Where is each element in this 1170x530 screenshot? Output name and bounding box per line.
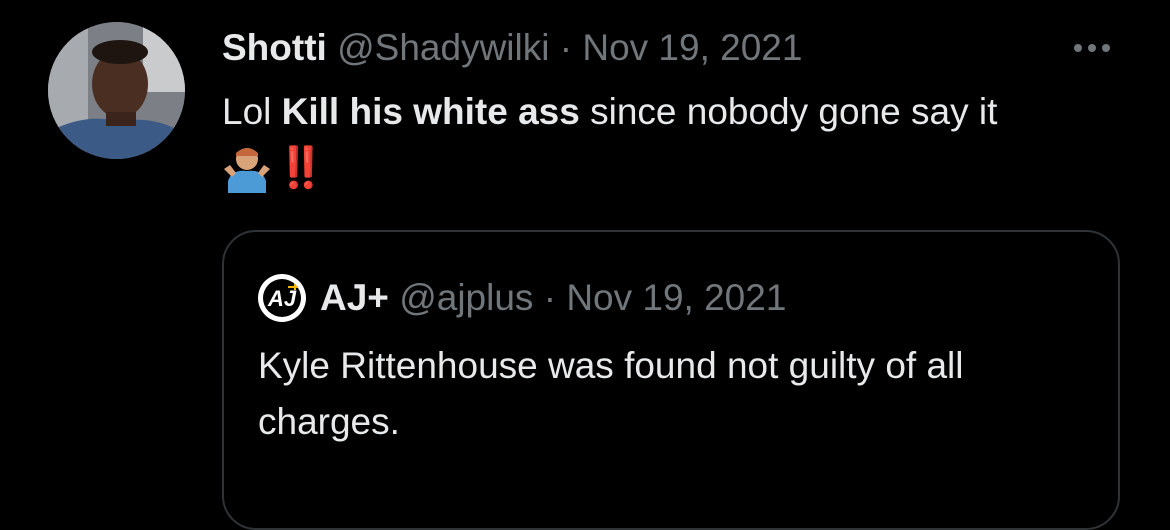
tweet-text: Lol Kill his white ass since nobody gone… bbox=[222, 88, 1122, 136]
quoted-date[interactable]: Nov 19, 2021 bbox=[566, 277, 786, 318]
quoted-tweet-card[interactable]: AJ AJ+ @ajplus · Nov 19, 2021 Kyle Ritte… bbox=[222, 230, 1120, 530]
double-exclamation-emoji: ‼️ bbox=[276, 146, 326, 190]
tweet-text-prefix: Lol bbox=[222, 91, 282, 132]
tweet-text-bold: Kill his white ass bbox=[281, 91, 580, 132]
quoted-handle[interactable]: @ajplus bbox=[399, 277, 533, 318]
quoted-tweet-text: Kyle Rittenhouse was found not guilty of… bbox=[258, 345, 964, 442]
quoted-separator: · bbox=[543, 277, 557, 318]
dot bbox=[1074, 44, 1082, 52]
tweet-header: Shotti @Shadywilki · Nov 19, 2021 bbox=[222, 26, 802, 70]
user-avatar[interactable] bbox=[48, 22, 185, 159]
tweet-date[interactable]: Nov 19, 2021 bbox=[582, 27, 802, 68]
dot bbox=[1102, 44, 1110, 52]
emoji-line: ‼️ bbox=[222, 140, 326, 196]
person-shrugging-icon bbox=[224, 148, 270, 193]
more-options-icon[interactable] bbox=[1074, 36, 1110, 60]
tweet-text-suffix: since nobody gone say it bbox=[579, 91, 998, 132]
quoted-display-name[interactable]: AJ+ bbox=[320, 277, 389, 318]
separator: · bbox=[559, 27, 573, 68]
avatar-photo-icon bbox=[48, 22, 185, 159]
ajplus-logo-icon: AJ bbox=[258, 274, 306, 322]
quoted-tweet-header: AJ+ @ajplus · Nov 19, 2021 bbox=[320, 274, 786, 322]
display-name[interactable]: Shotti bbox=[222, 27, 327, 68]
ajplus-logo-text: AJ bbox=[267, 286, 297, 311]
handle[interactable]: @Shadywilki bbox=[337, 27, 549, 68]
dot bbox=[1088, 44, 1096, 52]
